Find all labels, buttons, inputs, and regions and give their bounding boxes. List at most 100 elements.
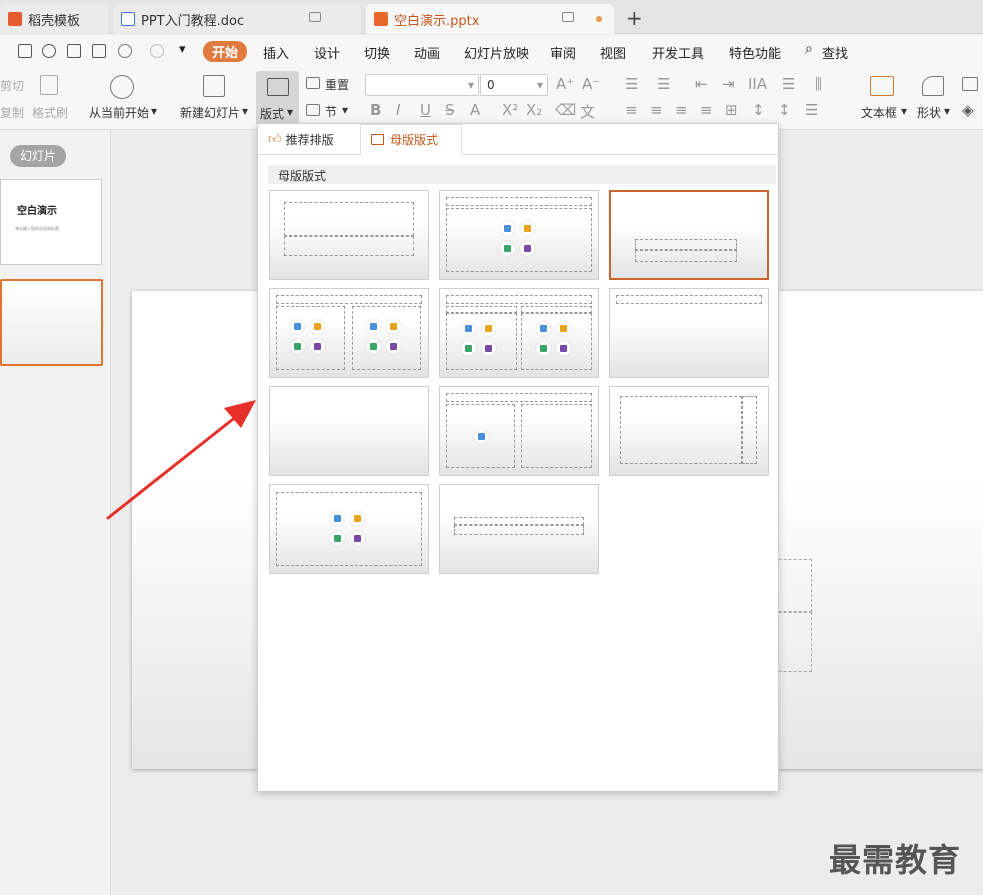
outdent-icon[interactable]: ⇤: [695, 75, 708, 93]
tab-docer-templates[interactable]: 稻壳模板: [0, 4, 108, 34]
font-family-select[interactable]: ▾: [365, 74, 479, 96]
dropdown-icon[interactable]: ▾: [342, 103, 348, 117]
tab-word-doc[interactable]: PPT入门教程.doc: [113, 4, 361, 34]
numbered-list-icon[interactable]: ☰: [657, 75, 670, 93]
shape-button[interactable]: 形状: [917, 104, 941, 121]
copy-button[interactable]: 复制: [0, 104, 24, 121]
dropdown-icon[interactable]: ▾: [944, 104, 950, 118]
phonetic-icon[interactable]: 文: [580, 101, 595, 122]
save-icon[interactable]: [18, 44, 32, 58]
layout-thumb-title-slide[interactable]: [269, 190, 429, 280]
layout-thumb-title-content[interactable]: [439, 190, 599, 280]
layout-thumb-blank[interactable]: [269, 386, 429, 476]
menu-review[interactable]: 审阅: [550, 43, 576, 62]
align-text-icon[interactable]: ☰: [782, 75, 795, 93]
paragraph-spacing-icon[interactable]: ↕: [778, 101, 791, 119]
table-icon: [536, 341, 551, 356]
menu-animation[interactable]: 动画: [414, 43, 440, 62]
italic-icon[interactable]: I: [396, 101, 400, 119]
menu-search[interactable]: 查找: [822, 43, 848, 62]
paragraph-settings-icon[interactable]: ☰: [805, 101, 818, 119]
monitor-icon[interactable]: [562, 12, 574, 22]
title-placeholder: [635, 239, 737, 250]
tab-recommended-layout[interactable]: 👍︎ 推荐排版: [268, 124, 360, 155]
vertical-title-placeholder: [742, 396, 757, 464]
slides-tab[interactable]: 幻灯片: [10, 145, 67, 167]
menu-view[interactable]: 视图: [600, 43, 626, 62]
bold-icon[interactable]: B: [370, 101, 381, 119]
subscript-icon[interactable]: X₂: [526, 101, 542, 119]
play-from-current-button[interactable]: 从当前开始: [89, 104, 149, 121]
layout-thumb-title-only[interactable]: [609, 288, 769, 378]
docer-logo-icon: [8, 12, 22, 26]
picture-icon[interactable]: [962, 77, 978, 91]
menu-slideshow[interactable]: 幻灯片放映: [464, 43, 529, 62]
content-insert-icons: [330, 511, 370, 551]
slide-thumbnail-2[interactable]: [0, 279, 103, 366]
menu-design[interactable]: 设计: [314, 43, 340, 62]
distribute-icon[interactable]: ⊞: [725, 101, 738, 119]
align-center-icon[interactable]: ≡: [650, 101, 663, 119]
tab-pptx[interactable]: 空白演示.pptx: [366, 4, 614, 34]
layout-thumb-picture-content[interactable]: [439, 386, 599, 476]
underline-icon[interactable]: U: [420, 101, 431, 119]
layout-thumb-picture-title[interactable]: [439, 484, 599, 574]
cut-button[interactable]: 剪切: [0, 77, 24, 94]
menu-home[interactable]: 开始: [203, 41, 248, 62]
superscript-icon[interactable]: X²: [502, 101, 518, 119]
title-placeholder: [616, 295, 762, 304]
content-insert-icons: [536, 321, 576, 361]
layout-button[interactable]: 版式 ▾: [256, 71, 299, 125]
textbox-button[interactable]: 文本框: [861, 104, 897, 121]
title-placeholder: [276, 295, 422, 304]
menu-transition[interactable]: 切换: [364, 43, 390, 62]
font-color-icon[interactable]: A: [470, 101, 480, 119]
align-left-icon[interactable]: ≡: [625, 101, 638, 119]
new-tab-plus-icon[interactable]: +: [626, 6, 643, 30]
redo-icon[interactable]: [150, 44, 164, 58]
tab-master-layout[interactable]: 母版版式: [360, 124, 462, 155]
clear-format-icon[interactable]: ⌫: [555, 101, 576, 119]
menu-developer[interactable]: 开发工具: [652, 43, 704, 62]
quick-access-dropdown-icon[interactable]: ▾: [179, 42, 186, 57]
picture-icon: [461, 321, 476, 336]
justify-icon[interactable]: ≡: [700, 101, 713, 119]
search-icon[interactable]: ⌕: [805, 41, 813, 57]
dropdown-icon[interactable]: ▾: [242, 104, 248, 118]
print-preview-icon[interactable]: [92, 44, 106, 58]
layout-thumb-two-content[interactable]: [269, 288, 429, 378]
document-tab-bar: 稻壳模板 PPT入门教程.doc 空白演示.pptx +: [0, 0, 983, 34]
indent-icon[interactable]: ⇥: [722, 75, 735, 93]
menu-insert[interactable]: 插入: [263, 43, 289, 62]
content-insert-icons: [290, 319, 330, 359]
monitor-icon[interactable]: [309, 12, 321, 22]
section-button[interactable]: 节: [325, 103, 337, 120]
slide-thumbnail-1[interactable]: 空白演示 单击输入您的封面副标题: [0, 179, 102, 265]
align-right-icon[interactable]: ≡: [675, 101, 688, 119]
column-icon[interactable]: ⫼: [815, 75, 822, 93]
font-size-select[interactable]: 0 ▾: [480, 74, 548, 96]
arrange-icon[interactable]: ◈: [962, 101, 974, 119]
format-painter-button[interactable]: 格式刷: [32, 104, 68, 121]
decrease-font-icon[interactable]: A⁻: [582, 75, 600, 93]
print-icon[interactable]: [67, 44, 81, 58]
text-direction-icon[interactable]: IIA: [748, 75, 767, 93]
bullet-list-icon[interactable]: ☰: [625, 75, 638, 93]
menu-special[interactable]: 特色功能: [729, 43, 781, 62]
content-insert-icons: [500, 221, 540, 261]
line-spacing-icon[interactable]: ↕: [752, 101, 765, 119]
layout-thumb-comparison[interactable]: [439, 288, 599, 378]
dropdown-icon[interactable]: ▾: [151, 104, 157, 118]
increase-font-icon[interactable]: A⁺: [556, 75, 574, 93]
export-icon[interactable]: [42, 44, 56, 58]
undo-icon[interactable]: [118, 44, 132, 58]
new-slide-button[interactable]: 新建幻灯片: [180, 104, 240, 121]
layout-thumb-content[interactable]: [269, 484, 429, 574]
popup-tabs: 👍︎ 推荐排版 母版版式: [258, 124, 778, 155]
heading-placeholder: [446, 306, 517, 313]
dropdown-icon[interactable]: ▾: [901, 104, 907, 118]
layout-thumb-vertical-title[interactable]: [609, 386, 769, 476]
reset-button[interactable]: 重置: [325, 76, 349, 93]
layout-thumb-section-header[interactable]: [609, 190, 769, 280]
strikethrough-icon[interactable]: S: [445, 101, 455, 119]
